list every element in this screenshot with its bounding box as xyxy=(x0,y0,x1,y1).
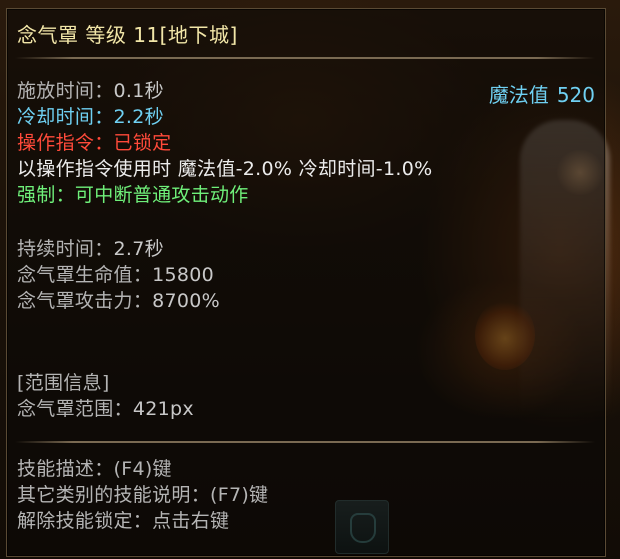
shield-hp-sep: ： xyxy=(132,264,153,286)
cast-time-sep: ： xyxy=(94,80,114,102)
cooldown-sep: ： xyxy=(94,106,114,128)
skill-tooltip: 念气罩 等级 11[地下城] 魔法值 520 施放时间：0.1秒 冷却时间：2.2… xyxy=(6,8,606,557)
help-unlock: 解除技能锁定：点击右键 xyxy=(17,510,230,532)
range-header: [范围信息] xyxy=(17,372,110,394)
header-divider xyxy=(15,57,595,59)
shield-range-label: 念气罩范围 xyxy=(17,398,114,420)
command-bonus-line: 以操作指令使用时 魔法值-2.0% 冷却时间-1.0% xyxy=(17,158,433,180)
command-sep: ： xyxy=(94,132,114,154)
shield-hp-value: 15800 xyxy=(152,264,215,286)
command-line: 操作指令：已锁定 xyxy=(17,131,171,155)
shield-atk-value: 8700% xyxy=(152,290,221,312)
cooldown-line: 冷却时间：2.2秒 xyxy=(17,105,164,129)
mana-cost: 魔法值 520 xyxy=(489,79,595,108)
force-line: 强制：可中断普通攻击动作 xyxy=(17,184,249,206)
cooldown-label: 冷却时间 xyxy=(17,106,95,128)
cooldown-value: 2.2秒 xyxy=(113,106,164,128)
cast-time-line: 施放时间：0.1秒 xyxy=(17,79,164,103)
duration-line: 持续时间：2.7秒 xyxy=(17,237,164,261)
duration-label: 持续时间 xyxy=(17,238,95,260)
duration-value: 2.7秒 xyxy=(113,238,164,260)
skill-title: 念气罩 等级 11[地下城] xyxy=(17,23,238,47)
help-divider xyxy=(15,441,595,443)
command-value: 已锁定 xyxy=(113,132,172,154)
mana-value: 520 xyxy=(556,83,595,107)
shield-hp-line: 念气罩生命值：15800 xyxy=(17,263,214,287)
shield-range-value: 421px xyxy=(132,398,194,420)
shield-hp-label: 念气罩生命值 xyxy=(17,264,133,286)
shield-range-line: 念气罩范围：421px xyxy=(17,397,194,421)
mana-label: 魔法值 xyxy=(488,83,549,107)
shield-atk-label: 念气罩攻击力 xyxy=(17,290,133,312)
cast-time-value: 0.1秒 xyxy=(113,80,164,102)
cast-time-label: 施放时间 xyxy=(17,80,95,102)
shield-range-sep: ： xyxy=(113,398,133,420)
help-describe: 技能描述：(F4)键 xyxy=(17,458,172,480)
tooltip-header: 念气罩 等级 11[地下城] xyxy=(7,9,605,53)
help-other: 其它类别的技能说明：(F7)键 xyxy=(17,484,269,506)
shield-atk-sep: ： xyxy=(132,290,153,312)
duration-sep: ： xyxy=(94,238,114,260)
game-scene: 念气罩 等级 11[地下城] 魔法值 520 施放时间：0.1秒 冷却时间：2.2… xyxy=(0,0,620,559)
shield-atk-line: 念气罩攻击力：8700% xyxy=(17,289,220,313)
command-label: 操作指令 xyxy=(17,132,95,154)
